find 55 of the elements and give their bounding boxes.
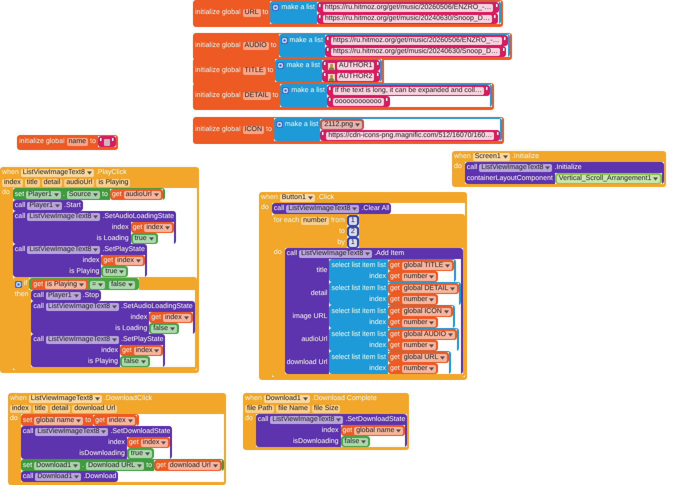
caret-icon	[86, 171, 92, 175]
caret-icon	[148, 237, 154, 241]
caret-icon	[365, 252, 370, 256]
caret-icon	[161, 441, 166, 445]
caret-icon	[137, 464, 142, 468]
caret-icon	[308, 196, 313, 200]
caret-icon	[429, 298, 434, 302]
caret-icon	[429, 321, 434, 325]
caret-icon	[445, 264, 450, 268]
caret-icon	[212, 464, 218, 468]
caret-icon	[94, 397, 100, 401]
caret-icon	[450, 287, 456, 291]
caret-icon	[440, 356, 446, 360]
blank-icon	[104, 138, 110, 146]
caret-icon	[76, 418, 82, 422]
caret-icon	[112, 305, 118, 309]
caret-icon	[336, 418, 342, 422]
caret-icon	[119, 270, 124, 274]
caret-icon	[74, 475, 80, 479]
caret-icon	[170, 327, 176, 331]
caret-icon	[653, 177, 658, 181]
caret-icon	[93, 248, 98, 252]
caret-icon	[128, 283, 133, 287]
caret-icon	[429, 275, 434, 279]
caret-icon	[429, 344, 434, 348]
caret-icon	[140, 360, 146, 364]
caret-icon	[355, 123, 360, 127]
person-icon	[328, 74, 335, 80]
caret-icon	[352, 207, 358, 211]
caret-icon	[112, 338, 118, 342]
caret-icon	[448, 333, 454, 337]
caret-icon	[128, 419, 133, 423]
caret-icon	[154, 349, 160, 353]
caret-icon	[396, 429, 402, 433]
caret-icon	[429, 367, 434, 371]
caret-icon	[136, 259, 141, 263]
caret-icon	[55, 204, 60, 208]
caret-icon	[74, 294, 79, 298]
caret-icon	[545, 166, 550, 170]
caret-icon	[54, 192, 59, 196]
caret-icon	[79, 283, 84, 287]
caret-icon	[144, 452, 150, 456]
caret-icon	[302, 397, 308, 401]
caret-icon	[73, 464, 78, 468]
caret-icon	[154, 193, 159, 197]
caret-icon	[502, 155, 508, 159]
caret-icon	[165, 226, 170, 230]
caret-icon	[184, 316, 189, 320]
caret-icon	[444, 310, 449, 314]
caret-icon	[93, 192, 98, 196]
caret-icon	[98, 282, 104, 286]
caret-icon	[361, 440, 366, 444]
caret-icon	[93, 215, 98, 219]
caret-icon	[101, 430, 106, 434]
person-icon	[328, 62, 335, 70]
